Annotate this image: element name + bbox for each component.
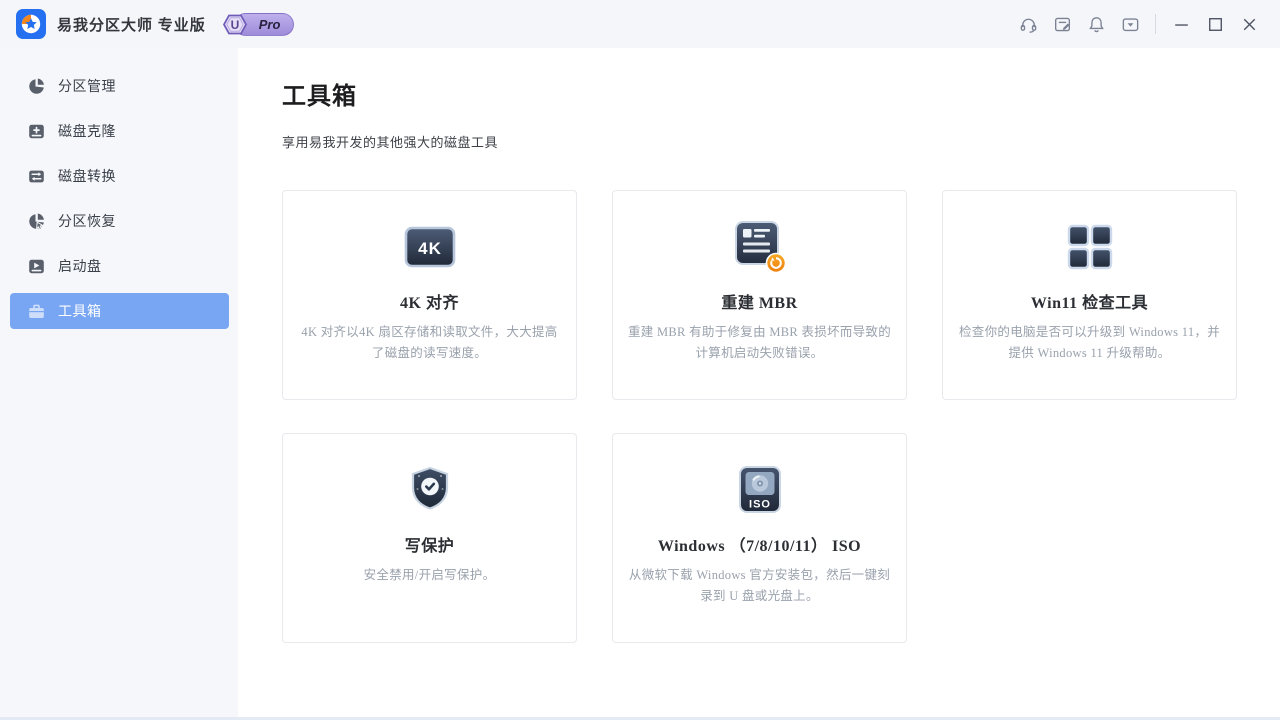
card-description: 从微软下载 Windows 官方安装包，然后一键刻录到 U 盘或光盘上。 <box>627 565 893 606</box>
card-4k-alignment[interactable]: 4K 4K 对齐 4K 对齐以4K 扇区存储和读取文件，大大提高了磁盘的读写速度… <box>282 190 577 400</box>
sidebar-item-label: 工具箱 <box>58 301 102 321</box>
card-description: 重建 MBR 有助于修复由 MBR 表损坏而导致的计算机启动失败错误。 <box>627 322 893 363</box>
app-title: 易我分区大师 专业版 <box>57 14 206 35</box>
win11-checker-icon <box>943 211 1236 283</box>
sidebar-item-partition-recovery[interactable]: 分区恢复 <box>10 203 229 239</box>
windows-iso-icon: ISO <box>613 454 906 526</box>
sidebar-item-disk-clone[interactable]: 磁盘克隆 <box>10 113 229 149</box>
disk-convert-icon <box>27 167 46 186</box>
titlebar-divider <box>1155 14 1156 34</box>
headset-support-icon[interactable] <box>1011 9 1045 39</box>
partition-recovery-icon <box>27 212 46 231</box>
sidebar-item-toolbox[interactable]: 工具箱 <box>10 293 229 329</box>
page-subtitle: 享用易我开发的其他强大的磁盘工具 <box>282 132 1280 151</box>
card-title: Win11 检查工具 <box>943 289 1236 313</box>
sidebar-item-bootable-disk[interactable]: 启动盘 <box>10 248 229 284</box>
card-rebuild-mbr[interactable]: 重建 MBR 重建 MBR 有助于修复由 MBR 表损坏而导致的计算机启动失败错… <box>612 190 907 400</box>
card-description: 检查你的电脑是否可以升级到 Windows 11，并提供 Windows 11 … <box>957 322 1223 363</box>
sidebar-item-label: 磁盘转换 <box>58 166 116 186</box>
maximize-button[interactable] <box>1198 9 1232 39</box>
sidebar-item-partition-manage[interactable]: 分区管理 <box>10 68 229 104</box>
main-content: 工具箱 享用易我开发的其他强大的磁盘工具 4K <box>238 48 1280 720</box>
card-title: 4K 对齐 <box>283 289 576 313</box>
app-logo-icon <box>16 9 46 39</box>
dropdown-menu-icon[interactable] <box>1113 9 1147 39</box>
sidebar-item-label: 启动盘 <box>58 256 102 276</box>
pie-chart-icon <box>27 77 46 96</box>
card-win11-checker[interactable]: Win11 检查工具 检查你的电脑是否可以升级到 Windows 11，并提供 … <box>942 190 1237 400</box>
card-description: 4K 对齐以4K 扇区存储和读取文件，大大提高了磁盘的读写速度。 <box>297 322 563 363</box>
rebuild-mbr-icon <box>613 211 906 283</box>
sidebar-item-label: 磁盘克隆 <box>58 121 116 141</box>
svg-text:4K: 4K <box>418 239 442 258</box>
toolbox-icon <box>27 302 46 321</box>
disk-clone-icon <box>27 122 46 141</box>
4k-alignment-icon: 4K <box>283 211 576 283</box>
card-title: Windows （7/8/10/11） ISO <box>613 532 906 556</box>
sidebar-item-disk-convert[interactable]: 磁盘转换 <box>10 158 229 194</box>
card-title: 写保护 <box>283 532 576 556</box>
sidebar-item-label: 分区恢复 <box>58 211 116 231</box>
notifications-bell-icon[interactable] <box>1079 9 1113 39</box>
feedback-note-icon[interactable] <box>1045 9 1079 39</box>
card-windows-iso[interactable]: ISO Windows （7/8/10/11） ISO 从微软下载 Window… <box>612 433 907 643</box>
titlebar-right <box>1011 9 1266 39</box>
titlebar: 易我分区大师 专业版 U Pro <box>0 0 1280 48</box>
minimize-button[interactable] <box>1164 9 1198 39</box>
bootable-disk-icon <box>27 257 46 276</box>
page-title: 工具箱 <box>282 76 1280 111</box>
card-write-protection[interactable]: 写保护 安全禁用/开启写保护。 <box>282 433 577 643</box>
card-title: 重建 MBR <box>613 289 906 313</box>
app-window: 易我分区大师 专业版 U Pro <box>0 0 1280 720</box>
svg-text:U: U <box>230 18 239 32</box>
close-button[interactable] <box>1232 9 1266 39</box>
sidebar-item-label: 分区管理 <box>58 76 116 96</box>
sidebar: 分区管理 磁盘克隆 磁盘转换 <box>0 48 238 720</box>
pro-license-badge[interactable]: U Pro <box>220 11 295 38</box>
write-protection-shield-icon <box>283 454 576 526</box>
card-description: 安全禁用/开启写保护。 <box>297 565 563 586</box>
pro-emblem-icon: U <box>220 11 250 38</box>
titlebar-left: 易我分区大师 专业版 U Pro <box>16 9 294 39</box>
toolbox-card-grid: 4K 4K 对齐 4K 对齐以4K 扇区存储和读取文件，大大提高了磁盘的读写速度… <box>282 190 1280 643</box>
svg-text:ISO: ISO <box>749 499 771 511</box>
